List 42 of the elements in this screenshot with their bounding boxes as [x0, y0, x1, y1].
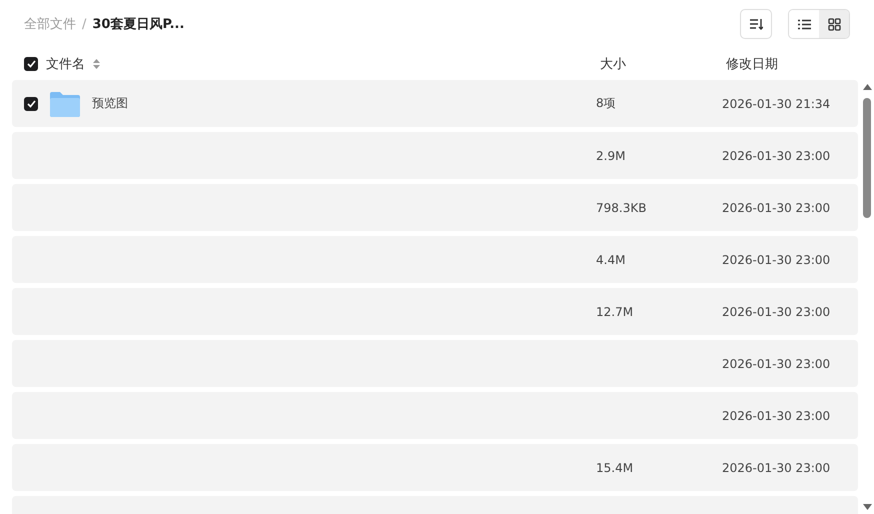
sort-icon — [749, 18, 763, 30]
breadcrumb-link[interactable]: 30套夏日风P... — [92, 15, 184, 33]
file-row[interactable]: 2026-01-30 23:00 — [12, 392, 858, 439]
scrollbar-thumb[interactable] — [863, 98, 871, 218]
scroll-up-icon[interactable] — [862, 84, 872, 90]
checkmark-icon — [26, 100, 36, 108]
column-header: 修改日期 — [726, 56, 779, 73]
file-size: 4.4M — [596, 252, 626, 266]
modified-date: 2026-01-30 23:00 — [722, 148, 832, 162]
file-size: 12.7M — [596, 304, 634, 318]
modified-date: 2026-01-30 23:00 — [722, 460, 832, 474]
modified-date: 2026-01-30 23:00 — [722, 252, 832, 266]
sort-button[interactable] — [740, 9, 772, 39]
sort-arrows-icon[interactable] — [93, 59, 100, 69]
grid-view-button[interactable] — [819, 10, 849, 38]
file-size: 8项 — [596, 95, 617, 112]
file-row[interactable]: 15.4M 2026-01-30 23:00 — [12, 444, 858, 491]
file-row[interactable]: 4.4M 2026-01-30 23:00 — [12, 236, 858, 283]
scroll-down-icon[interactable] — [862, 504, 872, 510]
list-icon — [798, 18, 810, 30]
breadcrumb-separator: / — [82, 16, 86, 32]
file-size: 2.9M — [596, 148, 626, 162]
file-row[interactable]: 798.3KB 2026-01-30 23:00 — [12, 184, 858, 231]
file-size: 798.3KB — [596, 200, 648, 214]
file-row[interactable]: 2026-01-30 23:00 — [12, 340, 858, 387]
file-row[interactable]: 2.9M 2026-01-30 23:00 — [12, 132, 858, 179]
modified-date: 2026-01-30 21:34 — [722, 96, 832, 110]
modified-date: 2026-01-30 23:00 — [722, 304, 832, 318]
modified-date: 2026-01-30 23:00 — [722, 200, 832, 214]
file-name: 预览图 — [92, 95, 128, 112]
folder-icon — [50, 90, 80, 116]
column-header: 大小 — [600, 56, 627, 73]
file-size: 15.4M — [596, 460, 634, 474]
column-header[interactable]: 文件名 — [46, 55, 85, 73]
select-all-checkbox[interactable] — [24, 57, 38, 71]
modified-date: 2026-01-30 23:00 — [722, 356, 832, 370]
checkmark-icon — [26, 60, 36, 68]
row-checkbox[interactable] — [24, 96, 38, 110]
modified-date: 2026-01-30 23:00 — [722, 408, 832, 422]
file-row[interactable]: 预览图 8项 2026-01-30 21:34 — [12, 80, 858, 127]
grid-icon — [828, 18, 840, 30]
file-row[interactable]: 12.7M 2026-01-30 23:00 — [12, 288, 858, 335]
